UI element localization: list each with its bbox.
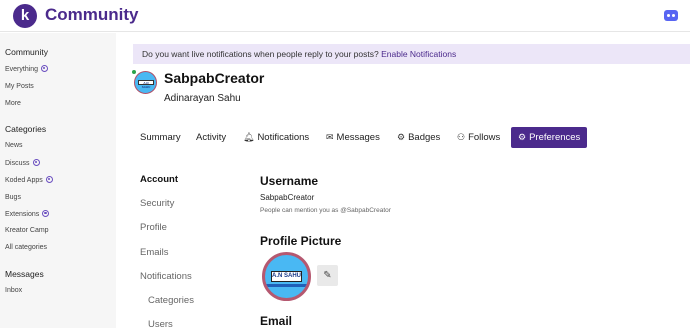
tab-label: Follows: [468, 132, 501, 143]
sidebar-item-kreator-camp[interactable]: Kreator Camp: [5, 227, 49, 234]
tab-summary[interactable]: Summary: [140, 127, 181, 148]
prefs-nav-users[interactable]: Users: [148, 319, 173, 328]
tab-label: Summary: [140, 132, 181, 143]
profile-username: SabpabCreator: [164, 70, 265, 86]
username-hint: People can mention you as @SabpabCreator: [260, 207, 391, 214]
sidebar-item-label: Koded Apps: [5, 177, 43, 184]
profile-picture: A.N SAHU: [262, 252, 311, 301]
site-title[interactable]: Community: [45, 5, 139, 25]
bell-icon: 🔔︎: [243, 132, 255, 142]
sidebar-item-more[interactable]: More: [5, 100, 21, 107]
certificate-icon: ⚙︎: [397, 132, 406, 142]
sidebar-heading-messages[interactable]: Messages: [5, 269, 44, 279]
discord-icon[interactable]: [664, 10, 678, 21]
prefs-nav-security[interactable]: Security: [140, 198, 174, 209]
prefs-nav-emails[interactable]: Emails: [140, 247, 169, 258]
users-icon: ⚇: [457, 132, 466, 142]
sidebar-item-label: Extensions: [5, 211, 40, 218]
enable-notifications-link[interactable]: Enable Notifications: [381, 49, 456, 59]
username-value: SabpabCreator: [260, 193, 315, 202]
tab-badges[interactable]: ⚙︎ Badges: [397, 127, 440, 148]
prefs-nav-notifications[interactable]: Notifications: [140, 271, 192, 282]
email-section-title: Email: [260, 314, 293, 328]
unread-dot-icon: [32, 159, 40, 166]
prefs-nav-account[interactable]: Account: [140, 174, 178, 185]
sidebar-item-koded-apps[interactable]: Koded Apps: [5, 176, 53, 184]
avatar-label: A.N SAHU: [138, 80, 154, 89]
tab-label: Preferences: [529, 132, 581, 143]
unread-dot-icon: [45, 176, 53, 183]
unread-dot-icon: [42, 210, 50, 217]
online-status-icon: [131, 69, 137, 75]
sidebar-item-everything[interactable]: Everything: [5, 65, 49, 73]
tab-notifications[interactable]: 🔔︎ Notifications: [243, 127, 309, 148]
sidebar-item-news[interactable]: News: [5, 142, 23, 149]
envelope-icon: ✉︎: [326, 132, 334, 142]
tab-label: Activity: [196, 132, 227, 143]
profile-picture-title: Profile Picture: [260, 234, 342, 248]
profile-full-name: Adinarayan Sahu: [164, 93, 241, 104]
tab-label: Notifications: [257, 132, 310, 143]
prefs-nav-categories[interactable]: Categories: [148, 295, 194, 306]
sidebar-item-inbox[interactable]: Inbox: [5, 287, 22, 294]
tab-label: Badges: [408, 132, 441, 143]
notification-banner: Do you want live notifications when peop…: [133, 44, 690, 64]
sidebar: Community Everything My Posts More Categ…: [0, 33, 116, 328]
site-header: k Community: [0, 0, 690, 32]
sidebar-item-label: Everything: [5, 66, 39, 73]
sidebar-heading-categories[interactable]: Categories: [5, 124, 46, 134]
avatar[interactable]: A.N SAHU: [134, 71, 157, 94]
tab-follows[interactable]: ⚇ Follows: [457, 127, 500, 148]
sidebar-item-my-posts[interactable]: My Posts: [5, 83, 34, 90]
sidebar-item-label: News: [5, 142, 23, 149]
username-section-title: Username: [260, 174, 319, 188]
avatar-stripe: [265, 284, 308, 287]
edit-avatar-button[interactable]: ✎: [317, 265, 338, 286]
sidebar-heading-community[interactable]: Community: [5, 47, 48, 57]
sidebar-item-bugs[interactable]: Bugs: [5, 194, 21, 201]
page: k Community Community Everything My Post…: [0, 0, 690, 328]
unread-dot-icon: [41, 65, 49, 72]
gear-icon: ⚙︎: [518, 132, 527, 142]
notification-banner-text: Do you want live notifications when peop…: [142, 49, 379, 59]
site-logo[interactable]: k: [13, 4, 37, 28]
sidebar-item-label: Discuss: [5, 160, 30, 167]
sidebar-item-extensions[interactable]: Extensions: [5, 210, 50, 218]
tab-activity[interactable]: Activity: [196, 127, 226, 148]
sidebar-item-label: Bugs: [5, 194, 21, 201]
sidebar-item-label: More: [5, 100, 21, 107]
avatar-label: A.N SAHU: [271, 271, 302, 282]
tab-preferences[interactable]: ⚙︎ Preferences: [511, 127, 588, 148]
pencil-icon: ✎: [323, 270, 332, 281]
sidebar-item-label: Inbox: [5, 287, 23, 294]
sidebar-item-label: My Posts: [5, 83, 34, 90]
tab-messages[interactable]: ✉︎ Messages: [326, 127, 380, 148]
tab-label: Messages: [336, 132, 380, 143]
sidebar-item-all-categories[interactable]: All categories: [5, 244, 47, 251]
sidebar-item-label: Kreator Camp: [5, 227, 49, 234]
sidebar-item-label: All categories: [5, 244, 48, 251]
sidebar-item-discuss[interactable]: Discuss: [5, 159, 40, 167]
prefs-nav-profile[interactable]: Profile: [140, 222, 167, 233]
